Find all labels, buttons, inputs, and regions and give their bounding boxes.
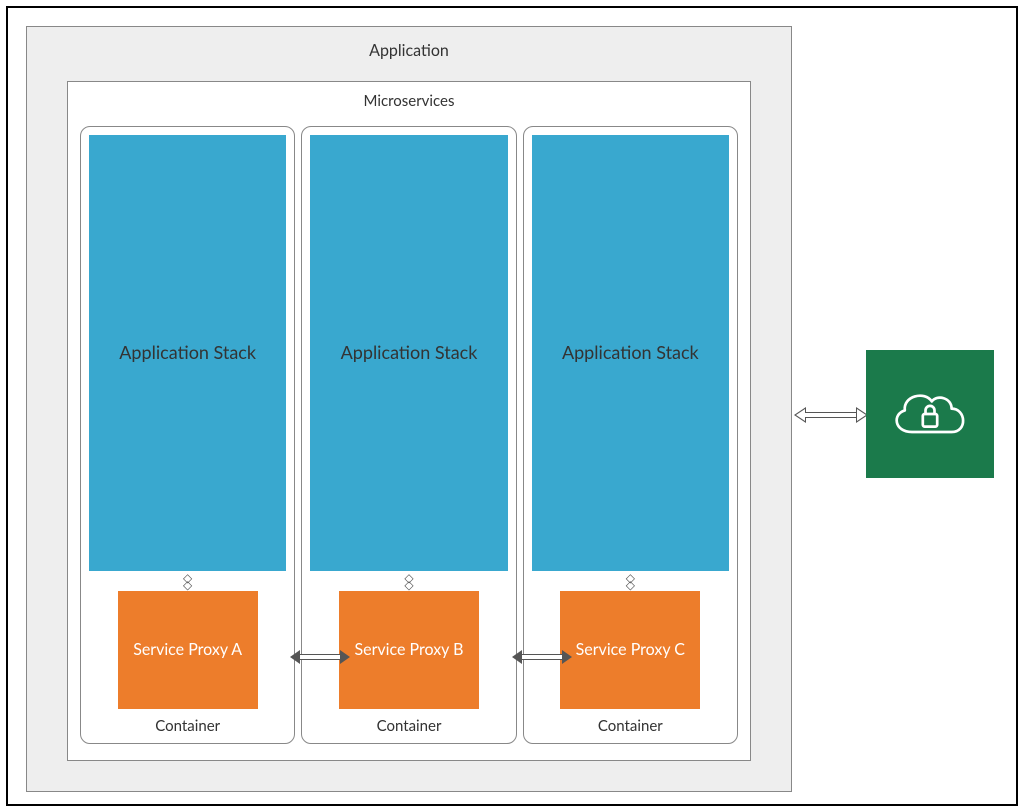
connector-stack-proxy-c: ◇◇ [626, 571, 635, 591]
arrow-app-cloud [794, 408, 868, 422]
arrow-proxy-b-c [512, 650, 572, 664]
diagram-canvas: Application Microservices Application St… [6, 6, 1018, 806]
application-stack-label: Application Stack [562, 341, 699, 364]
arrow-proxy-a-b [290, 650, 350, 664]
application-stack-b: Application Stack [310, 135, 507, 571]
service-proxy-label: Service Proxy B [355, 640, 464, 661]
application-box: Application Microservices Application St… [26, 26, 792, 792]
container-a: Application Stack ◇◇ Service Proxy A Con… [80, 126, 295, 744]
application-stack-a: Application Stack [89, 135, 286, 571]
container-label-c: Container [598, 709, 663, 737]
service-proxy-a: Service Proxy A [118, 591, 258, 709]
diamond-connector-icon: ◇◇ [626, 574, 635, 588]
cloud-service-box [866, 350, 994, 478]
application-stack-c: Application Stack [532, 135, 729, 571]
container-label-b: Container [377, 709, 442, 737]
service-proxy-b: Service Proxy B [339, 591, 479, 709]
application-stack-label: Application Stack [119, 341, 256, 364]
application-stack-label: Application Stack [341, 341, 478, 364]
microservices-title: Microservices [68, 82, 750, 116]
connector-stack-proxy-b: ◇◇ [404, 571, 413, 591]
diamond-connector-icon: ◇◇ [404, 574, 413, 588]
diamond-connector-icon: ◇◇ [183, 574, 192, 588]
cloud-lock-icon [884, 378, 976, 450]
microservices-box: Microservices Application Stack ◇◇ Servi… [67, 81, 751, 761]
service-proxy-label: Service Proxy A [133, 640, 242, 661]
container-label-a: Container [155, 709, 220, 737]
application-title: Application [27, 27, 791, 70]
containers-row: Application Stack ◇◇ Service Proxy A Con… [80, 126, 738, 744]
connector-stack-proxy-a: ◇◇ [183, 571, 192, 591]
service-proxy-label: Service Proxy C [576, 640, 685, 661]
service-proxy-c: Service Proxy C [560, 591, 700, 709]
